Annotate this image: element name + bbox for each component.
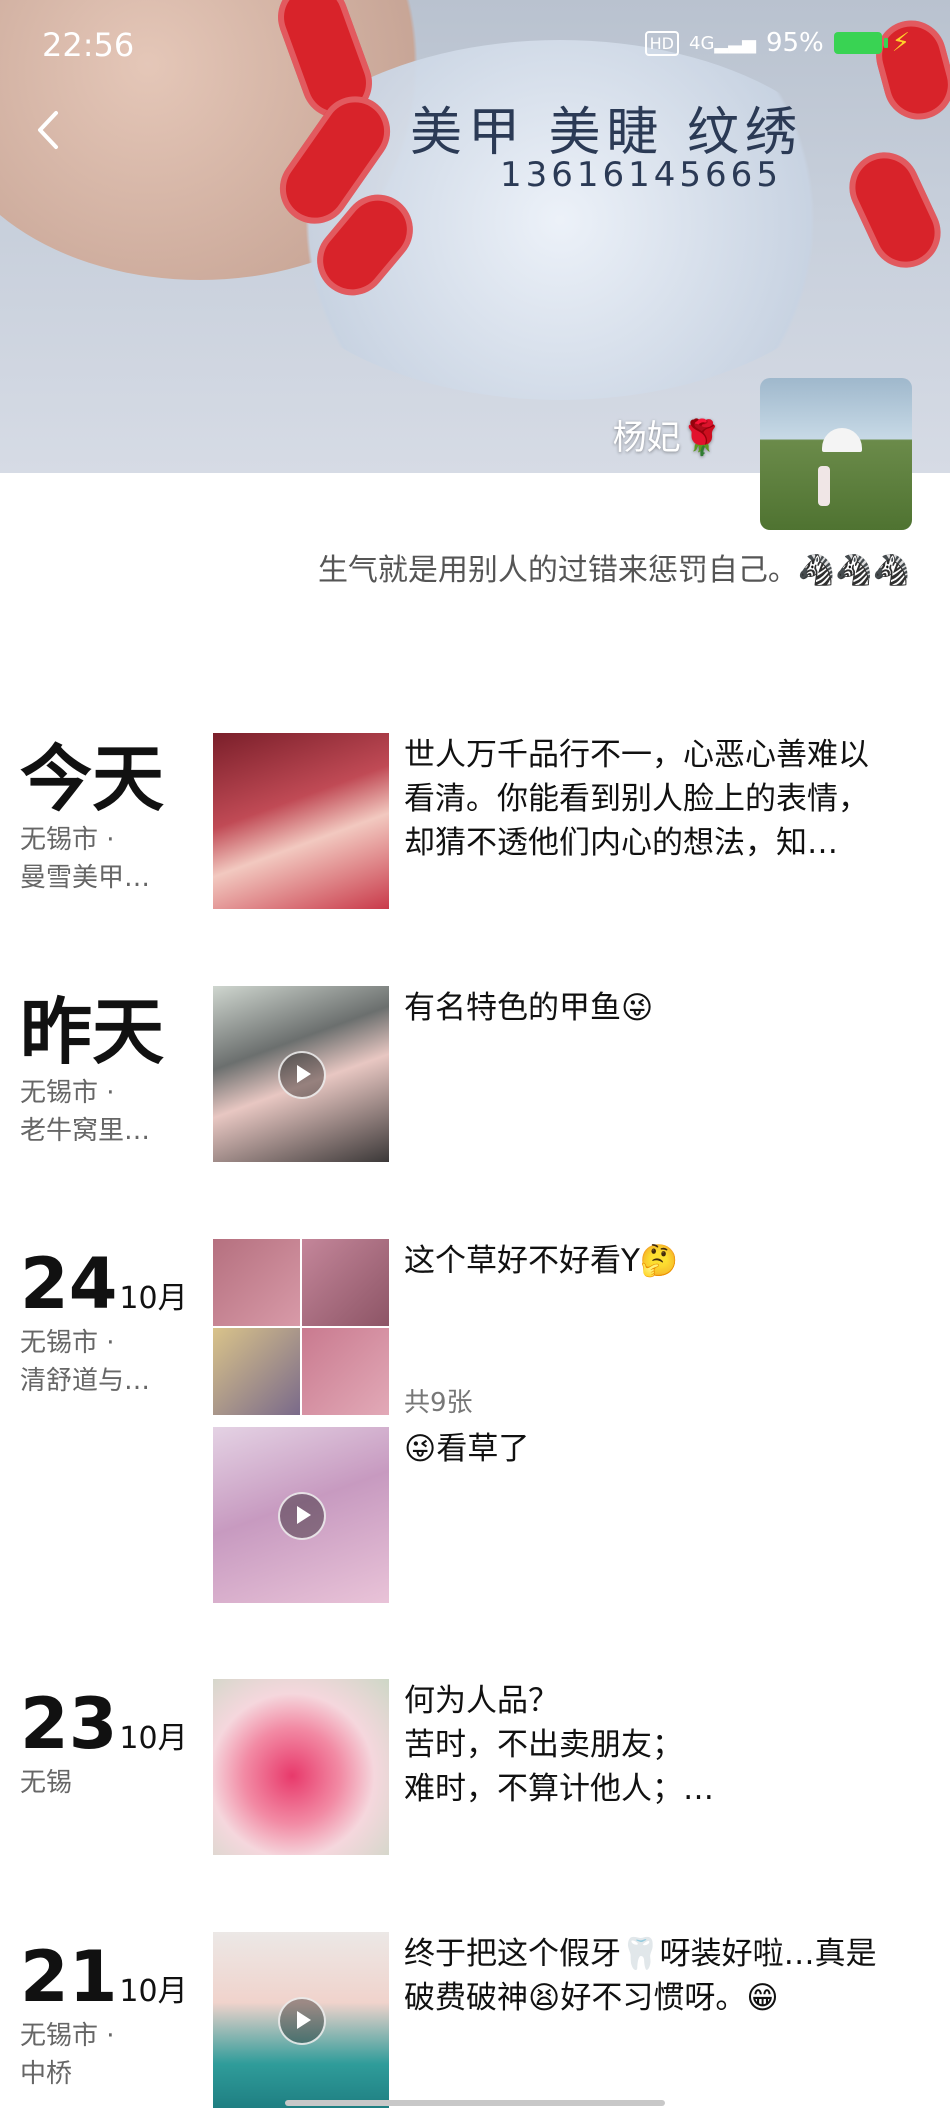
post-text[interactable]: 何为人品？ 苦时，不出卖朋友； 难时，不算计他人；… bbox=[404, 1679, 924, 1811]
charging-bolt-icon: ⚡ bbox=[891, 28, 910, 58]
location-line: 老牛窝里… bbox=[20, 1116, 151, 1146]
entry-location: 无锡市 · 清舒道与… bbox=[20, 1324, 150, 1400]
status-time: 22:56 bbox=[42, 26, 135, 64]
entry-day: 21 bbox=[20, 1936, 118, 2018]
entry-date: 2110月 bbox=[20, 1942, 188, 2012]
post-image-grid[interactable] bbox=[213, 1239, 389, 1415]
home-indicator[interactable] bbox=[285, 2100, 665, 2106]
location-line: 无锡 bbox=[20, 1768, 73, 1798]
entry-day: 23 bbox=[20, 1683, 118, 1765]
location-line: 无锡市 · bbox=[20, 1328, 115, 1358]
grid-image bbox=[302, 1239, 389, 1326]
post-video-thumbnail[interactable] bbox=[213, 986, 389, 1162]
back-button[interactable] bbox=[30, 105, 70, 155]
avatar-person-shape bbox=[818, 466, 830, 506]
location-line: 无锡市 · bbox=[20, 825, 115, 855]
location-line: 无锡市 · bbox=[20, 1078, 115, 1108]
post-video-thumbnail[interactable] bbox=[213, 1427, 389, 1603]
entry-location: 无锡市 · 老牛窝里… bbox=[20, 1074, 150, 1150]
entry-month: 10月 bbox=[119, 1721, 188, 1756]
play-icon bbox=[278, 1997, 326, 2045]
grid-image bbox=[302, 1328, 389, 1415]
profile-nickname[interactable]: 杨妃🌹 bbox=[613, 410, 723, 459]
entry-location: 无锡市 · 曼雪美甲… bbox=[20, 821, 150, 897]
entry-location: 无锡市 · 中桥 bbox=[20, 2017, 115, 2093]
chevron-left-icon bbox=[38, 111, 58, 149]
entry-date: 今天 bbox=[20, 737, 165, 821]
grid-image bbox=[213, 1328, 300, 1415]
grid-image bbox=[213, 1239, 300, 1326]
post-text[interactable]: 😜看草了 bbox=[404, 1427, 924, 1471]
avatar-yurt-shape bbox=[822, 428, 862, 452]
entry-date: 昨天 bbox=[20, 990, 165, 1074]
post-text[interactable]: 有名特色的甲鱼😜 bbox=[404, 986, 924, 1030]
location-line: 中桥 bbox=[20, 2059, 73, 2089]
post-text[interactable]: 这个草好不好看Y🤔 bbox=[404, 1239, 924, 1283]
location-line: 曼雪美甲… bbox=[20, 863, 151, 893]
post-image-count: 共9张 bbox=[404, 1388, 473, 1418]
entry-day: 24 bbox=[20, 1243, 118, 1325]
status-bar: 22:56 HD 4G▂▃▅ 95% ⚡ bbox=[0, 0, 950, 90]
moments-page: 美甲 美睫 纹绣 13616145665 22:56 HD 4G▂▃▅ 95% … bbox=[0, 0, 950, 2111]
post-text[interactable]: 世人万千品行不一，心恶心善难以 看清。你能看到别人脸上的表情， 却猜不透他们内心… bbox=[404, 733, 924, 865]
entry-month: 10月 bbox=[119, 1281, 188, 1316]
hd-icon: HD bbox=[644, 30, 679, 56]
battery-icon bbox=[833, 32, 888, 54]
battery-percent: 95% bbox=[765, 28, 824, 58]
post-thumbnail[interactable] bbox=[213, 1679, 389, 1855]
signal-4g-icon: 4G▂▃▅ bbox=[689, 32, 756, 54]
entry-date: 2310月 bbox=[20, 1689, 188, 1759]
play-icon bbox=[278, 1492, 326, 1540]
profile-avatar[interactable] bbox=[760, 378, 912, 530]
status-icons: HD 4G▂▃▅ 95% ⚡ bbox=[644, 28, 910, 58]
cover-text-phone: 13616145665 bbox=[500, 155, 782, 195]
play-icon bbox=[278, 1051, 326, 1099]
post-thumbnail[interactable] bbox=[213, 733, 389, 909]
post-text[interactable]: 终于把这个假牙🦷呀装好啦…真是 破费破神😫好不习惯呀。😁 bbox=[404, 1932, 924, 2020]
entry-date: 2410月 bbox=[20, 1249, 188, 1319]
entry-location: 无锡 bbox=[20, 1764, 72, 1802]
profile-signature: 生气就是用别人的过错来惩罚自己。🦓🦓🦓 bbox=[317, 553, 910, 588]
post-video-thumbnail[interactable] bbox=[213, 1932, 389, 2108]
location-line: 无锡市 · bbox=[20, 2021, 115, 2051]
cover-text-services: 美甲 美睫 纹绣 bbox=[410, 103, 804, 163]
entry-month: 10月 bbox=[119, 1974, 188, 2009]
location-line: 清舒道与… bbox=[20, 1366, 151, 1396]
